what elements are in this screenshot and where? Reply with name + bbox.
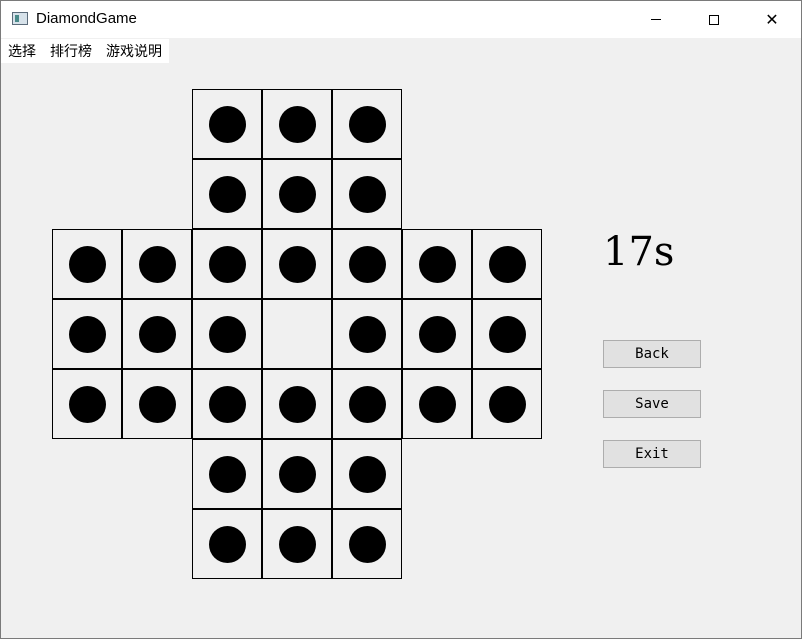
minimize-button[interactable] — [633, 1, 679, 38]
menu-leaderboard[interactable]: 排行榜 — [43, 39, 99, 63]
board-cell[interactable] — [192, 299, 262, 369]
board-cell[interactable] — [262, 369, 332, 439]
peg[interactable] — [348, 315, 386, 353]
peg[interactable] — [488, 385, 526, 423]
game-board — [52, 89, 543, 580]
menu-select[interactable]: 选择 — [1, 39, 43, 63]
board-cell[interactable] — [192, 159, 262, 229]
peg[interactable] — [418, 385, 456, 423]
peg[interactable] — [418, 245, 456, 283]
peg[interactable] — [208, 525, 246, 563]
board-cell[interactable] — [52, 229, 122, 299]
peg[interactable] — [348, 525, 386, 563]
peg[interactable] — [208, 315, 246, 353]
back-button[interactable]: Back — [603, 340, 701, 368]
peg[interactable] — [488, 315, 526, 353]
peg[interactable] — [208, 385, 246, 423]
peg[interactable] — [68, 315, 106, 353]
peg[interactable] — [278, 385, 316, 423]
peg[interactable] — [68, 245, 106, 283]
peg[interactable] — [348, 245, 386, 283]
board-cell[interactable] — [472, 229, 542, 299]
board-cell[interactable] — [402, 369, 472, 439]
board-cell[interactable] — [192, 89, 262, 159]
peg[interactable] — [278, 245, 316, 283]
timer-display: 17s — [603, 229, 675, 275]
board-cell[interactable] — [122, 229, 192, 299]
board-cell[interactable] — [192, 229, 262, 299]
board-cell[interactable] — [332, 159, 402, 229]
peg[interactable] — [208, 455, 246, 493]
board-cell[interactable] — [472, 369, 542, 439]
peg[interactable] — [278, 525, 316, 563]
board-cell[interactable] — [332, 509, 402, 579]
title-bar: DiamondGame ✕ — [1, 1, 801, 38]
board-cell[interactable] — [192, 439, 262, 509]
board-cell[interactable] — [192, 509, 262, 579]
maximize-button[interactable] — [691, 1, 737, 38]
minimize-icon — [651, 19, 661, 20]
menu-bar: 选择 排行榜 游戏说明 — [1, 39, 169, 63]
close-button[interactable]: ✕ — [749, 1, 795, 38]
peg[interactable] — [418, 315, 456, 353]
peg[interactable] — [348, 385, 386, 423]
peg[interactable] — [138, 385, 176, 423]
board-cell[interactable] — [122, 299, 192, 369]
peg[interactable] — [208, 175, 246, 213]
peg[interactable] — [278, 105, 316, 143]
board-cell[interactable] — [332, 299, 402, 369]
maximize-icon — [709, 14, 719, 25]
peg[interactable] — [138, 315, 176, 353]
exit-button[interactable]: Exit — [603, 440, 701, 468]
board-cell[interactable] — [472, 299, 542, 369]
board-cell[interactable] — [332, 439, 402, 509]
board-cell[interactable] — [262, 159, 332, 229]
board-cell[interactable] — [52, 299, 122, 369]
board-cell[interactable] — [122, 369, 192, 439]
board-cell-empty[interactable] — [262, 299, 332, 369]
peg[interactable] — [348, 105, 386, 143]
peg[interactable] — [138, 245, 176, 283]
peg[interactable] — [348, 175, 386, 213]
peg[interactable] — [488, 245, 526, 283]
board-cell[interactable] — [262, 509, 332, 579]
board-cell[interactable] — [262, 229, 332, 299]
peg[interactable] — [278, 175, 316, 213]
peg[interactable] — [208, 105, 246, 143]
peg[interactable] — [348, 455, 386, 493]
close-icon: ✕ — [765, 10, 779, 29]
window-title: DiamondGame — [36, 10, 137, 27]
board-cell[interactable] — [192, 369, 262, 439]
board-cell[interactable] — [332, 369, 402, 439]
board-cell[interactable] — [402, 229, 472, 299]
app-icon — [12, 12, 28, 25]
menu-instructions[interactable]: 游戏说明 — [99, 39, 169, 63]
save-button[interactable]: Save — [603, 390, 701, 418]
board-cell[interactable] — [402, 299, 472, 369]
board-cell[interactable] — [262, 439, 332, 509]
board-cell[interactable] — [52, 369, 122, 439]
board-cell[interactable] — [332, 229, 402, 299]
peg[interactable] — [278, 455, 316, 493]
board-cell[interactable] — [262, 89, 332, 159]
peg[interactable] — [208, 245, 246, 283]
board-cell[interactable] — [332, 89, 402, 159]
peg[interactable] — [68, 385, 106, 423]
app-window: DiamondGame ✕ 选择 排行榜 游戏说明 17s Back Save … — [0, 0, 802, 639]
